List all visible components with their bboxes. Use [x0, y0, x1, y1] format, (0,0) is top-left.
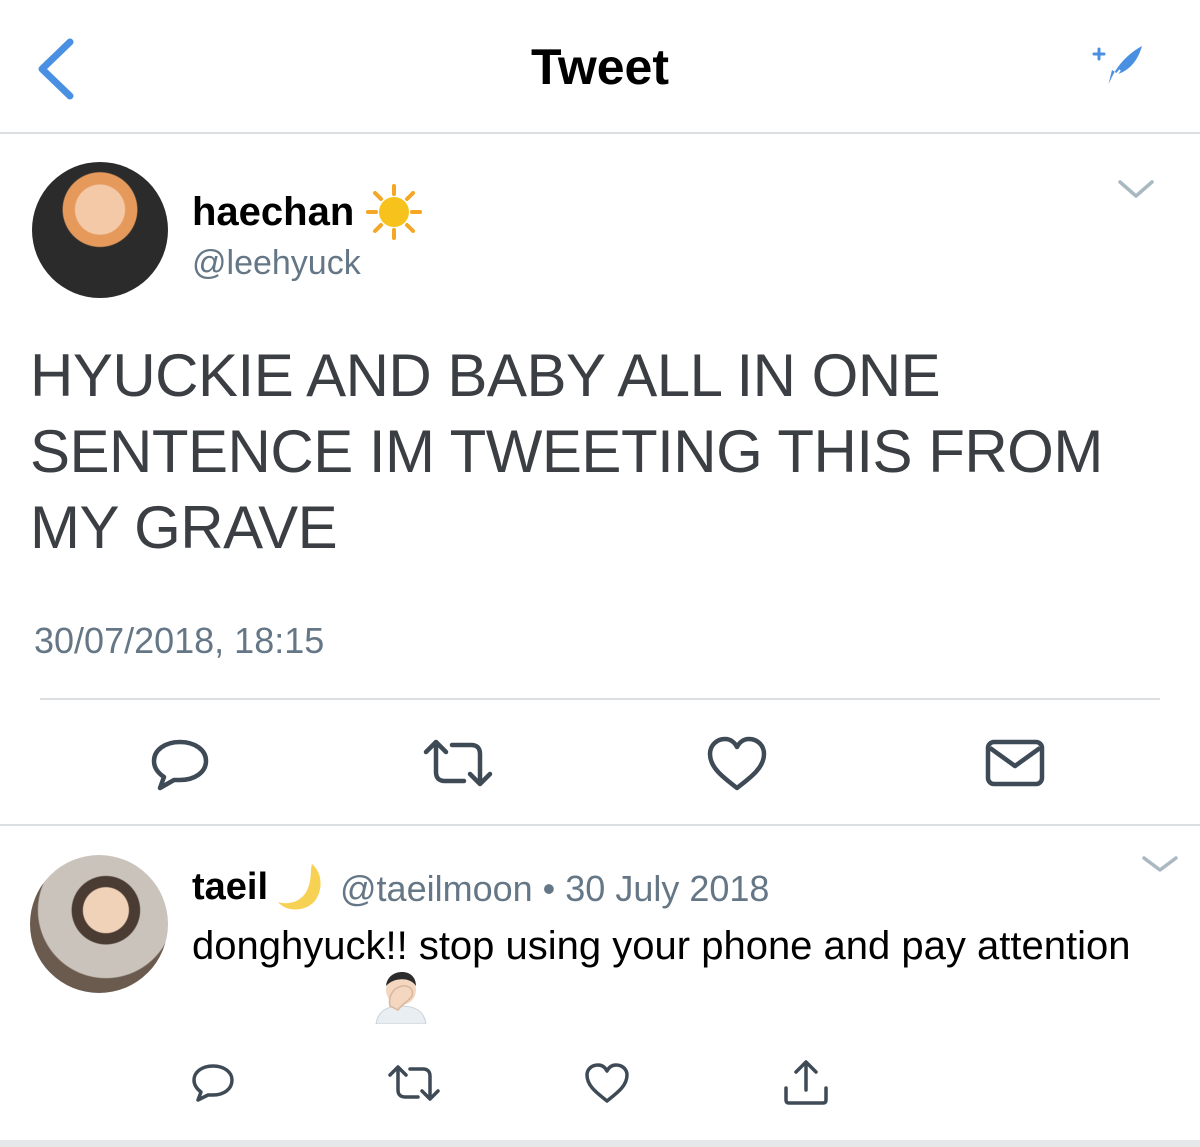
direct-message-button[interactable] — [984, 738, 1046, 788]
tweet-options-button[interactable] — [1140, 850, 1180, 878]
heart-icon — [707, 736, 767, 791]
reply-icon — [192, 1064, 234, 1102]
avatar[interactable] — [32, 162, 168, 298]
retweet-icon — [423, 739, 493, 787]
chevron-down-icon — [1118, 180, 1154, 198]
envelope-icon — [985, 739, 1045, 787]
tweet-timestamp: 30/07/2018, 18:15 — [34, 620, 325, 661]
like-button[interactable] — [584, 1062, 630, 1104]
avatar[interactable] — [30, 855, 168, 993]
retweet-button[interactable] — [386, 1064, 442, 1102]
display-name[interactable]: taeil — [192, 866, 268, 909]
display-name[interactable]: haechan — [192, 190, 354, 235]
tweet-meta: @taeilmoon • 30 July 2018 — [340, 868, 769, 910]
crescent-moon-icon — [272, 858, 328, 914]
bottom-divider — [0, 1140, 1200, 1147]
heart-icon — [585, 1063, 629, 1103]
page-title: Tweet — [531, 39, 669, 95]
tweet-date[interactable]: 30 July 2018 — [565, 868, 769, 909]
user-handle[interactable]: @leehyuck — [192, 244, 361, 283]
retweet-icon — [388, 1065, 440, 1101]
divider — [40, 698, 1160, 700]
tweet-text: HYUCKIE AND BABY ALL IN ONE SENTENCE IM … — [30, 342, 1103, 561]
reply-text: donghyuck!! stop using your phone and pa… — [192, 924, 1131, 968]
tweet-options-button[interactable] — [1116, 174, 1156, 204]
compose-feather-icon — [1092, 46, 1142, 87]
compose-button[interactable] — [1090, 40, 1146, 92]
user-handle[interactable]: @taeilmoon — [340, 868, 533, 909]
reply-icon — [151, 739, 209, 791]
chevron-down-icon — [1142, 856, 1178, 872]
retweet-button[interactable] — [420, 738, 496, 788]
facepalm-icon — [372, 970, 430, 1025]
share-button[interactable] — [782, 1058, 830, 1106]
share-icon — [784, 1060, 828, 1105]
divider — [0, 824, 1200, 826]
reply-button[interactable] — [148, 736, 212, 792]
like-button[interactable] — [706, 736, 768, 792]
reply-button[interactable] — [190, 1062, 236, 1104]
sun-icon — [366, 184, 422, 240]
meta-separator: • — [542, 868, 556, 909]
